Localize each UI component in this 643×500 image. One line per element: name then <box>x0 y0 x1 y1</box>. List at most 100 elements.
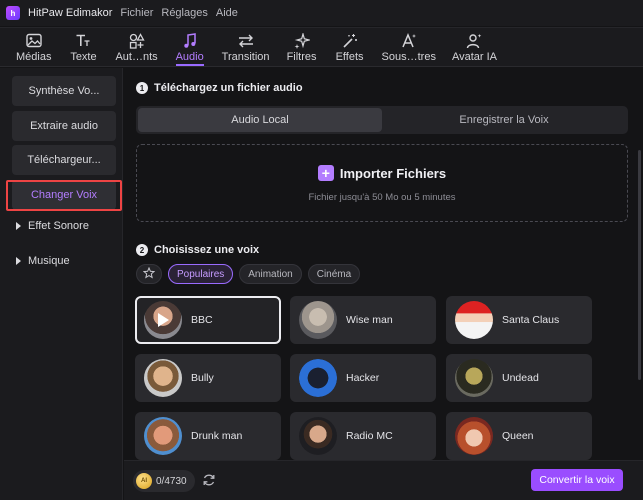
selection-highlight <box>6 180 122 211</box>
upload-section-title: 1 Téléchargez un fichier audio <box>136 82 303 94</box>
tab-effets-label: Effets <box>335 50 364 63</box>
subtitle-icon <box>401 32 417 50</box>
tab-effets[interactable]: Effets <box>326 28 374 66</box>
tab-transition[interactable]: Transition <box>214 28 278 66</box>
app-name: HitPaw Edimakor <box>28 7 113 19</box>
voice-avatar <box>299 359 337 397</box>
voice-avatar <box>299 417 337 455</box>
voice-filters: Populaires Animation Cinéma <box>136 264 361 284</box>
shapes-icon <box>129 32 145 50</box>
import-limit-text: Fichier jusqu'à 50 Mo ou 5 minutes <box>308 192 456 203</box>
voice-card-santa-claus[interactable]: Santa Claus <box>446 296 592 344</box>
tab-texte-label: Texte <box>70 50 97 63</box>
tab-filtres-label: Filtres <box>286 50 317 63</box>
tab-sous-titres[interactable]: Sous…tres <box>374 28 444 66</box>
import-files-button[interactable]: + Importer Fichiers <box>137 165 627 181</box>
avatar-icon <box>466 32 482 50</box>
text-icon <box>75 32 91 50</box>
voice-avatar <box>144 301 182 339</box>
magic-wand-icon <box>342 32 358 50</box>
step-number: 1 <box>136 82 148 94</box>
coin-icon: AI <box>136 473 152 489</box>
image-icon <box>26 32 42 50</box>
tab-audio-label: Audio <box>175 50 204 63</box>
voice-card-bbc[interactable]: BBC <box>135 296 281 344</box>
step-number: 2 <box>136 244 148 256</box>
voice-avatar <box>455 417 493 455</box>
music-note-icon <box>183 32 197 50</box>
expand-arrow-icon <box>16 257 21 265</box>
voice-card-radio-mc[interactable]: Radio MC <box>290 412 436 460</box>
voice-avatar <box>455 359 493 397</box>
star-icon <box>142 266 156 282</box>
voice-card-drunk-man[interactable]: Drunk man <box>135 412 281 460</box>
tab-sous-titres-label: Sous…tres <box>381 50 436 63</box>
transition-arrows-icon <box>237 32 255 50</box>
tab-medias[interactable]: Médias <box>8 28 59 66</box>
sidebar-group-musique[interactable]: Musique <box>16 255 70 267</box>
tab-autocollants[interactable]: Aut…nts <box>107 28 165 66</box>
app-logo: h <box>6 6 20 20</box>
voice-section-title: 2 Choisissez une voix <box>136 244 259 256</box>
voice-name: Drunk man <box>191 430 243 442</box>
bottom-bar: AI 0/4730 Convertir la voix <box>124 460 643 500</box>
panel-scrollbar[interactable] <box>638 150 641 380</box>
tab-avatar-ia[interactable]: Avatar IA <box>444 28 505 66</box>
sidebar-item-synthese-voix[interactable]: Synthèse Vo... <box>12 76 116 106</box>
tab-medias-label: Médias <box>16 50 52 63</box>
voice-name: Wise man <box>346 314 393 326</box>
expand-arrow-icon <box>16 222 21 230</box>
plus-icon: + <box>317 165 334 181</box>
ai-credits: AI 0/4730 <box>133 470 195 492</box>
tab-texte[interactable]: Texte <box>59 28 107 66</box>
menu-fichier[interactable]: Fichier <box>120 7 153 19</box>
tab-filtres[interactable]: Filtres <box>278 28 326 66</box>
voice-name: Queen <box>502 430 534 442</box>
file-dropzone[interactable]: + Importer Fichiers Fichier jusqu'à 50 M… <box>136 144 628 222</box>
main-toolbar: Médias Texte Aut…nts Audio Transition Fi… <box>0 27 643 67</box>
voice-card-undead[interactable]: Undead <box>446 354 592 402</box>
tab-avatar-ia-label: Avatar IA <box>451 50 498 63</box>
voice-name: Radio MC <box>346 430 393 442</box>
filter-animation[interactable]: Animation <box>239 264 302 284</box>
favorites-filter[interactable] <box>136 264 162 284</box>
tab-audio-local[interactable]: Audio Local <box>138 108 382 132</box>
voice-name: Hacker <box>346 372 380 384</box>
voice-avatar <box>455 301 493 339</box>
sidebar-group-effet-sonore[interactable]: Effet Sonore <box>16 220 89 232</box>
tab-enregistrer-voix[interactable]: Enregistrer la Voix <box>382 108 626 132</box>
voice-title: Choisissez une voix <box>154 244 260 256</box>
app-logo-text: h <box>10 8 16 18</box>
sidebar-item-extraire-audio[interactable]: Extraire audio <box>12 111 116 141</box>
voice-card-hacker[interactable]: Hacker <box>290 354 436 402</box>
voice-avatar <box>299 301 337 339</box>
voice-name: Bully <box>191 372 214 384</box>
voice-changer-panel: 1 Téléchargez un fichier audio Audio Loc… <box>124 68 643 500</box>
voice-avatar <box>144 417 182 455</box>
audio-source-tabs: Audio Local Enregistrer la Voix <box>136 106 628 134</box>
voice-card-bully[interactable]: Bully <box>135 354 281 402</box>
import-label: Importer Fichiers <box>339 165 447 181</box>
menu-reglages[interactable]: Réglages <box>161 7 207 19</box>
convert-voice-button[interactable]: Convertir la voix <box>531 469 623 491</box>
sparkles-icon <box>294 32 310 50</box>
voice-card-queen[interactable]: Queen <box>446 412 592 460</box>
voice-name: Undead <box>502 372 539 384</box>
coin-text: AI <box>141 478 147 484</box>
menu-aide[interactable]: Aide <box>216 7 238 19</box>
play-icon <box>158 313 169 327</box>
sidebar-item-telechargeur[interactable]: Téléchargeur... <box>12 145 116 175</box>
refresh-icon[interactable] <box>202 473 216 487</box>
voice-name: Santa Claus <box>502 314 560 326</box>
filter-populaires[interactable]: Populaires <box>168 264 234 284</box>
upload-title: Téléchargez un fichier audio <box>154 82 303 94</box>
credits-count: 0/4730 <box>156 475 187 487</box>
audio-sidebar: Synthèse Vo... Extraire audio Télécharge… <box>0 68 123 500</box>
tab-audio[interactable]: Audio <box>166 28 214 66</box>
voice-name: BBC <box>191 314 213 326</box>
voice-card-wise-man[interactable]: Wise man <box>290 296 436 344</box>
filter-cinema[interactable]: Cinéma <box>307 264 361 284</box>
tab-autocollants-label: Aut…nts <box>115 50 158 63</box>
sidebar-group-label: Effet Sonore <box>28 220 89 232</box>
tab-transition-label: Transition <box>221 50 270 63</box>
